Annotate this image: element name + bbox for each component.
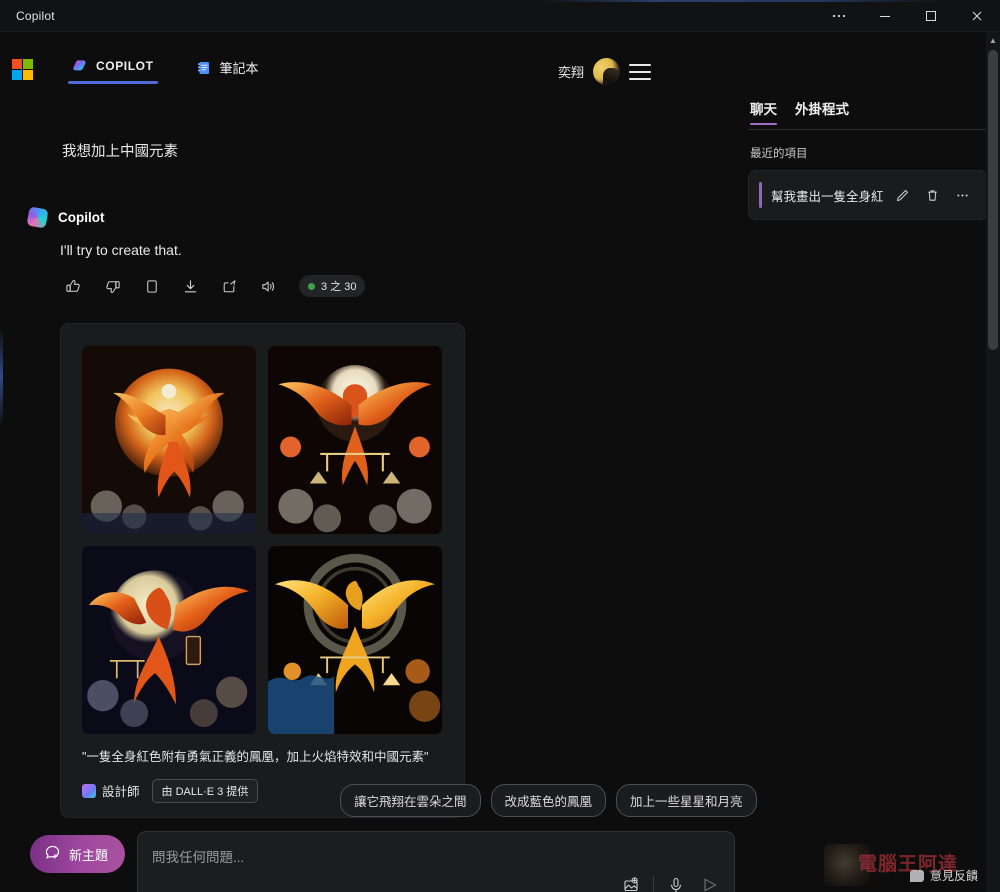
recent-item-accent xyxy=(759,182,762,208)
title-bar: Copilot xyxy=(0,0,1000,32)
tab-copilot[interactable]: COPILOT xyxy=(62,54,164,84)
copilot-avatar-icon xyxy=(26,206,49,229)
vertical-scrollbar[interactable]: ▲ xyxy=(986,32,1000,892)
send-icon[interactable] xyxy=(698,873,722,892)
speaker-icon[interactable] xyxy=(255,274,281,298)
bot-header: Copilot xyxy=(26,206,718,229)
thumbs-up-icon[interactable] xyxy=(60,274,86,298)
image-result-card: "一隻全身紅色附有勇氣正義的鳳凰，加上火焰特效和中國元素" 設計師 由 DALL… xyxy=(60,323,465,818)
more-options-button[interactable] xyxy=(816,0,862,32)
recent-items-label: 最近的項目 xyxy=(750,148,808,160)
image-caption: "一隻全身紅色附有勇氣正義的鳳凰，加上火焰特效和中國元素" xyxy=(82,750,429,764)
tab-copilot-label: COPILOT xyxy=(96,59,154,73)
tab-chat[interactable]: 聊天 xyxy=(750,98,777,127)
tab-chat-underline xyxy=(750,123,777,125)
panel-tabs: 聊天 外掛程式 xyxy=(748,98,988,127)
feedback-icon xyxy=(909,869,924,882)
microphone-icon[interactable] xyxy=(664,873,688,892)
notebook-icon xyxy=(196,60,212,76)
phoenix-image-2[interactable] xyxy=(268,346,442,534)
generation-counter: 3 之 30 xyxy=(299,275,366,297)
titlebar-accent-line xyxy=(540,0,940,2)
more-horizontal-icon[interactable] xyxy=(952,185,973,206)
bot-name: Copilot xyxy=(58,210,105,225)
list-item[interactable]: 幫我畫出一隻全身紅 xyxy=(759,182,977,208)
user-area: 奕翔 xyxy=(558,58,651,85)
feedback-button[interactable]: 意見反饋 xyxy=(909,867,978,884)
window-title: Copilot xyxy=(16,8,55,23)
copilot-icon xyxy=(72,58,88,74)
conversation-area: 我想加上中國元素 Copilot I'll try to create that… xyxy=(0,98,740,818)
main-tabs: COPILOT 筆記本 xyxy=(62,54,269,87)
app-header: COPILOT 筆記本 奕翔 xyxy=(0,32,988,98)
phoenix-image-3[interactable] xyxy=(82,546,256,734)
panel-divider xyxy=(748,129,988,130)
app-body: COPILOT 筆記本 奕翔 我想加上中國元素 Copilot I'll try… xyxy=(0,32,1000,892)
trash-icon[interactable] xyxy=(922,185,943,206)
new-topic-button[interactable]: 新主題 xyxy=(30,835,126,873)
designer-label: 設計師 xyxy=(102,785,140,799)
composer-bar: 新主題 問我任何問題... xyxy=(0,802,760,892)
tab-chat-label: 聊天 xyxy=(750,102,777,117)
provider-tag: 由 DALL·E 3 提供 xyxy=(151,778,259,803)
hamburger-menu-icon[interactable] xyxy=(629,63,651,80)
phoenix-image-4[interactable] xyxy=(268,546,442,734)
share-icon[interactable] xyxy=(216,274,242,298)
close-button[interactable] xyxy=(954,0,1000,32)
tab-notebook-label: 筆記本 xyxy=(219,61,259,76)
chat-input-placeholder: 問我任何問題... xyxy=(152,850,245,865)
tools-divider xyxy=(653,876,654,892)
feedback-label: 意見反饋 xyxy=(929,869,978,883)
scroll-up-arrow-icon[interactable]: ▲ xyxy=(986,32,1000,48)
recent-item-title: 幫我畫出一隻全身紅 xyxy=(771,189,883,204)
tab-plugins-label: 外掛程式 xyxy=(795,102,849,117)
copilot-app-window: Copilot COPILOT 筆記本 奕翔 我想加上中國元素 Copilot … xyxy=(0,0,1000,892)
minimize-button[interactable] xyxy=(862,0,908,32)
new-topic-icon xyxy=(44,844,61,864)
user-name: 奕翔 xyxy=(557,65,584,80)
pencil-icon[interactable] xyxy=(892,185,913,206)
tab-plugins[interactable]: 外掛程式 xyxy=(795,98,849,127)
image-grid xyxy=(82,346,443,734)
designer-icon xyxy=(82,783,96,798)
maximize-button[interactable] xyxy=(908,0,954,32)
bot-message-block: Copilot I'll try to create that. 3 之 30 xyxy=(26,206,718,298)
status-dot-icon xyxy=(308,282,315,290)
generation-counter-label: 3 之 30 xyxy=(321,281,357,293)
right-side-panel: 聊天 外掛程式 最近的項目 幫我畫出一隻全身紅 xyxy=(748,98,988,398)
bot-message-text: I'll try to create that. xyxy=(60,242,182,258)
phoenix-image-1[interactable] xyxy=(82,346,256,534)
download-icon[interactable] xyxy=(177,274,203,298)
new-topic-label: 新主題 xyxy=(69,847,109,863)
avatar[interactable] xyxy=(593,58,620,85)
chat-input-wrapper[interactable]: 問我任何問題... xyxy=(137,831,735,892)
window-controls xyxy=(816,0,1000,32)
input-tools xyxy=(619,873,722,892)
scrollbar-thumb[interactable] xyxy=(988,50,998,350)
message-actions: 3 之 30 xyxy=(60,274,718,298)
copy-icon[interactable] xyxy=(138,274,164,298)
thumbs-down-icon[interactable] xyxy=(99,274,125,298)
tab-copilot-underline xyxy=(68,81,158,84)
user-message: 我想加上中國元素 xyxy=(62,144,178,160)
microsoft-logo xyxy=(12,59,33,80)
image-upload-icon[interactable] xyxy=(619,873,643,892)
designer-badge[interactable]: 設計師 xyxy=(82,781,140,800)
recent-items-card: 幫我畫出一隻全身紅 xyxy=(748,170,988,220)
tab-notebook[interactable]: 筆記本 xyxy=(186,54,269,87)
